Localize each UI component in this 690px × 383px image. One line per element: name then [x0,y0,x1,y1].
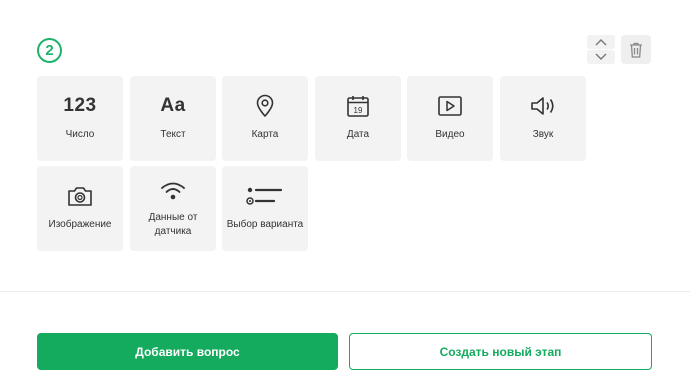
question-type-label: Текст [160,129,186,140]
question-type-sound[interactable]: Звук [500,76,586,161]
move-down-button[interactable] [587,50,615,64]
create-stage-button[interactable]: Создать новый этап [349,333,652,370]
question-type-number[interactable]: 123 Число [37,76,123,161]
section-divider [0,291,690,292]
step-number-badge: 2 [37,38,62,63]
question-type-label: Звук [532,129,554,140]
question-type-label: Данные от датчика [148,212,198,237]
question-type-map[interactable]: Карта [222,76,308,161]
choice-list-icon [222,183,308,209]
question-type-date[interactable]: 19 Дата [315,76,401,161]
svg-text:19: 19 [354,106,363,115]
sound-icon [500,93,586,119]
chevron-up-icon [595,39,607,46]
move-up-button[interactable] [587,35,615,49]
question-type-label: Карта [251,129,279,140]
question-type-video[interactable]: Видео [407,76,493,161]
question-type-image[interactable]: Изображение [37,166,123,251]
calendar-icon: 19 [315,93,401,119]
camera-icon [37,183,123,209]
video-icon [407,93,493,119]
question-type-text[interactable]: Aa Текст [130,76,216,161]
sensor-icon [130,178,216,204]
trash-icon [630,42,642,58]
question-type-label: Число [65,129,95,140]
question-type-label: Изображение [48,219,112,230]
text-icon: Aa [160,95,186,116]
question-type-label: Дата [346,129,370,140]
question-type-choice[interactable]: Выбор варианта [222,166,308,251]
number-icon: 123 [63,95,97,116]
question-type-label: Видео [435,129,465,140]
question-type-sensor[interactable]: Данные от датчика [130,166,216,251]
chevron-down-icon [595,53,607,60]
add-question-button[interactable]: Добавить вопрос [37,333,338,370]
question-type-label: Выбор варианта [226,219,304,230]
map-pin-icon [222,93,308,119]
delete-step-button[interactable] [621,35,651,64]
